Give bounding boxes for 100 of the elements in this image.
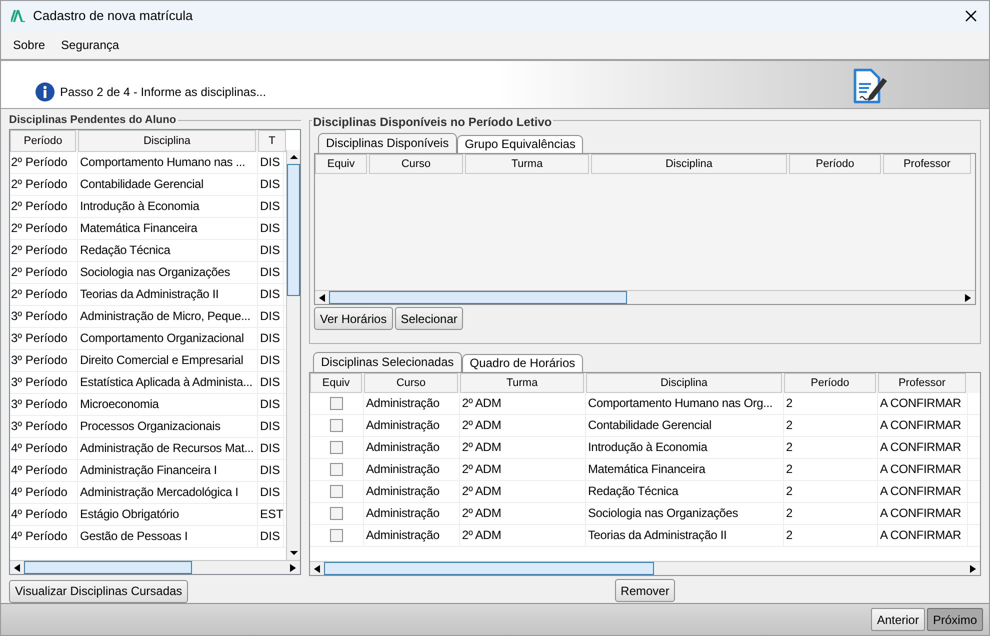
table-cell: 2º Período bbox=[10, 284, 78, 305]
button[interactable]: Ver Horários bbox=[314, 307, 393, 330]
checkbox[interactable] bbox=[330, 463, 343, 476]
table-cell: 3º Período bbox=[10, 328, 78, 349]
table-cell: Administração bbox=[364, 437, 460, 458]
table-cell: Administração Financeira I bbox=[78, 460, 258, 481]
column-header[interactable]: T bbox=[258, 130, 286, 152]
column-header[interactable]: Equiv bbox=[310, 373, 362, 393]
column-header[interactable]: Curso bbox=[369, 154, 463, 174]
table-cell: Teorias da Administração II bbox=[586, 525, 784, 546]
table-cell: Administração bbox=[364, 459, 460, 480]
table-cell: Redação Técnica bbox=[586, 481, 784, 502]
column-header[interactable]: Professor bbox=[878, 373, 966, 393]
checkbox[interactable] bbox=[330, 397, 343, 410]
table-cell: DIS bbox=[258, 438, 284, 459]
table-cell: Redação Técnica bbox=[78, 240, 258, 261]
column-header[interactable]: Período bbox=[789, 154, 881, 174]
table-cell: Teorias da Administração II bbox=[78, 284, 258, 305]
column-header[interactable]: Curso bbox=[364, 373, 458, 393]
table-cell: Sociologia nas Organizações bbox=[586, 503, 784, 524]
table-cell: Direito Comercial e Empresarial bbox=[78, 350, 258, 371]
table-cell: 2 bbox=[784, 437, 878, 458]
scroll-thumb[interactable] bbox=[329, 291, 627, 304]
table-cell: DIS bbox=[258, 416, 284, 437]
checkbox[interactable] bbox=[330, 507, 343, 520]
table-cell: Introdução à Economia bbox=[586, 437, 784, 458]
table-cell: Administração de Recursos Mat... bbox=[78, 438, 258, 459]
table-cell: Comportamento Organizacional bbox=[78, 328, 258, 349]
table-cell: Administração bbox=[364, 415, 460, 436]
table-cell: 2 bbox=[784, 481, 878, 502]
button[interactable]: Visualizar Disciplinas Cursadas bbox=[9, 580, 188, 602]
table-cell: Microeconomia bbox=[78, 394, 258, 415]
checkbox[interactable] bbox=[330, 419, 343, 432]
table-cell: A CONFIRMAR bbox=[878, 415, 968, 436]
checkbox[interactable] bbox=[330, 529, 343, 542]
table-cell: 2 bbox=[784, 393, 878, 414]
table-cell: DIS bbox=[258, 306, 284, 327]
table-cell: 2 bbox=[784, 525, 878, 546]
table-cell: 2º Período bbox=[10, 196, 78, 217]
table-cell: DIS bbox=[258, 262, 284, 283]
table-cell: Administração de Micro, Peque... bbox=[78, 306, 258, 327]
checkbox[interactable] bbox=[330, 485, 343, 498]
table-cell: A CONFIRMAR bbox=[878, 481, 968, 502]
table-cell: 2º ADM bbox=[460, 415, 586, 436]
column-header[interactable]: Turma bbox=[465, 154, 589, 174]
table-cell: 2 bbox=[784, 415, 878, 436]
table-cell: 3º Período bbox=[10, 372, 78, 393]
table-cell: 2º ADM bbox=[460, 437, 586, 458]
table-cell: DIS bbox=[258, 350, 284, 371]
table-cell: 2º ADM bbox=[460, 459, 586, 480]
table-cell: 2º Período bbox=[10, 152, 78, 173]
table-cell: 2º Período bbox=[10, 174, 78, 195]
tab[interactable]: Disciplinas Selecionadas bbox=[313, 352, 462, 372]
column-header[interactable]: Disciplina bbox=[78, 130, 256, 152]
table-cell: Contabilidade Gerencial bbox=[78, 174, 258, 195]
table-cell: Matemática Financeira bbox=[586, 459, 784, 480]
table-cell: 2 bbox=[784, 459, 878, 480]
table-cell: Administração Mercadológica I bbox=[78, 482, 258, 503]
table-cell: Sociologia nas Organizações bbox=[78, 262, 258, 283]
table-cell: DIS bbox=[258, 152, 284, 173]
table-cell: 2º ADM bbox=[460, 525, 586, 546]
scroll-thumb[interactable] bbox=[324, 562, 654, 575]
table-cell: Comportamento Humano nas ... bbox=[78, 152, 258, 173]
column-header[interactable]: Professor bbox=[883, 154, 971, 174]
table-cell: Comportamento Humano nas Org... bbox=[586, 393, 784, 414]
column-header[interactable]: Período bbox=[784, 373, 876, 393]
column-header[interactable]: Disciplina bbox=[591, 154, 787, 174]
scroll-thumb[interactable] bbox=[287, 164, 300, 296]
table-cell: Administração bbox=[364, 503, 460, 524]
button[interactable]: Remover bbox=[614, 579, 676, 602]
tab[interactable]: Grupo Equivalências bbox=[456, 135, 584, 153]
close-icon[interactable] bbox=[965, 10, 977, 22]
table-cell: 3º Período bbox=[10, 416, 78, 437]
nav-button[interactable]: Anterior bbox=[870, 608, 925, 631]
table-cell: A CONFIRMAR bbox=[878, 525, 968, 546]
table-cell: DIS bbox=[258, 240, 284, 261]
tab[interactable]: Disciplinas Disponíveis bbox=[318, 133, 457, 153]
info-icon bbox=[35, 82, 55, 102]
table-cell: DIS bbox=[258, 372, 284, 393]
tab[interactable]: Quadro de Horários bbox=[462, 354, 584, 372]
column-header[interactable]: Equiv bbox=[315, 154, 367, 174]
scroll-thumb[interactable] bbox=[24, 561, 192, 574]
table-cell: 2º Período bbox=[10, 218, 78, 239]
table-cell: DIS bbox=[258, 394, 284, 415]
table-cell: Administração bbox=[364, 481, 460, 502]
column-header[interactable]: Disciplina bbox=[586, 373, 782, 393]
table-cell: Administração bbox=[364, 393, 460, 414]
table-cell: 3º Período bbox=[10, 306, 78, 327]
menu-item[interactable]: Segurança bbox=[61, 36, 120, 54]
table-cell: 2º ADM bbox=[460, 503, 586, 524]
table-cell: DIS bbox=[258, 218, 284, 239]
nav-button[interactable]: Próximo bbox=[926, 608, 983, 631]
table-cell: 2º Período bbox=[10, 262, 78, 283]
column-header[interactable]: Turma bbox=[460, 373, 584, 393]
checkbox[interactable] bbox=[330, 441, 343, 454]
menu-item[interactable]: Sobre bbox=[13, 36, 46, 54]
button[interactable]: Selecionar bbox=[394, 307, 464, 330]
column-header[interactable]: Período bbox=[10, 130, 76, 152]
app-logo-icon bbox=[11, 10, 25, 22]
table-cell: 4º Período bbox=[10, 504, 78, 525]
